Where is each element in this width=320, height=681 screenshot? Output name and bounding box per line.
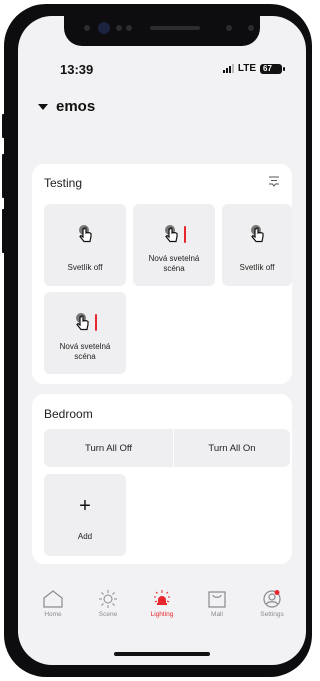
tab-label: Lighting: [150, 611, 174, 618]
tab-label: Mall: [211, 611, 223, 618]
status-bar: 13:39 LTE 67: [18, 62, 306, 82]
caret-down-icon: [38, 103, 48, 110]
tab-label: Settings: [260, 611, 284, 618]
room-card-bedroom: Bedroom Turn All Off Turn All On + Add: [32, 394, 292, 564]
add-label: Add: [77, 532, 93, 541]
room-title: Bedroom: [44, 407, 93, 421]
signal-icon: [222, 64, 234, 73]
status-indicators: LTE 67: [222, 63, 285, 74]
add-scene-button[interactable]: + Add: [44, 474, 126, 556]
scene-tile[interactable]: Svetlík off: [222, 204, 292, 286]
tab-lighting[interactable]: Lighting: [137, 589, 187, 618]
tab-label: Home: [44, 611, 62, 618]
speaker-grille: [150, 26, 200, 30]
room-card-testing: Testing Svetlík off Nová svetelná scéna: [32, 164, 292, 384]
phone-frame: 13:39 LTE 67 emos Testing Svetlík off No…: [2, 4, 312, 677]
battery-level: 67: [263, 63, 272, 73]
screen: 13:39 LTE 67 emos Testing Svetlík off No…: [18, 16, 306, 665]
user-icon: [263, 590, 281, 608]
scene-tile[interactable]: Svetlík off: [44, 204, 126, 286]
tab-mall[interactable]: Mall: [192, 589, 242, 618]
active-indicator: [184, 225, 186, 243]
scene-tile[interactable]: Nová svetelná scéna: [44, 292, 126, 374]
sort-icon[interactable]: [268, 174, 280, 192]
sensor-icon: [84, 25, 90, 31]
bulb-icon: [154, 590, 170, 605]
active-indicator: [95, 313, 97, 331]
tab-home[interactable]: Home: [28, 589, 78, 618]
home-name: emos: [56, 98, 96, 115]
home-selector[interactable]: emos: [38, 98, 95, 115]
network-type: LTE: [237, 63, 256, 74]
plus-icon: +: [79, 495, 91, 517]
turn-all-off-button[interactable]: Turn All Off: [44, 429, 173, 467]
hand-tap-icon: [165, 225, 178, 243]
status-time: 13:39: [60, 62, 94, 77]
tab-scene[interactable]: Scene: [83, 589, 133, 618]
home-icon: [43, 590, 63, 608]
hand-tap-icon: [79, 225, 92, 243]
notch: [64, 16, 260, 46]
tab-settings[interactable]: Settings: [247, 589, 297, 618]
home-indicator[interactable]: [114, 652, 210, 656]
tab-bar: Home Scene Lighting Mall Settings: [18, 589, 306, 641]
scene-label: Svetlík off: [67, 263, 103, 272]
volume-up-button: [2, 154, 5, 198]
scene-label: Nová svetelná scéna: [59, 342, 111, 361]
sensor-icon: [226, 25, 232, 31]
room-title: Testing: [44, 176, 83, 190]
sensor-icon: [116, 25, 122, 31]
sun-icon: [99, 590, 117, 608]
hand-tap-icon: [76, 313, 89, 331]
scene-label: Svetlík off: [239, 263, 275, 272]
volume-down-button: [2, 209, 5, 253]
sensor-icon: [248, 25, 254, 31]
scene-label: Nová svetelná scéna: [148, 254, 200, 273]
hand-tap-icon: [251, 225, 264, 243]
turn-all-on-button[interactable]: Turn All On: [174, 429, 290, 467]
tab-label: Scene: [98, 611, 118, 618]
mute-switch: [2, 114, 5, 138]
sensor-icon: [126, 25, 132, 31]
battery-icon: 67: [260, 63, 285, 74]
scene-tile[interactable]: Nová svetelná scéna: [133, 204, 215, 286]
camera-icon: [98, 22, 110, 34]
bag-icon: [208, 591, 226, 608]
